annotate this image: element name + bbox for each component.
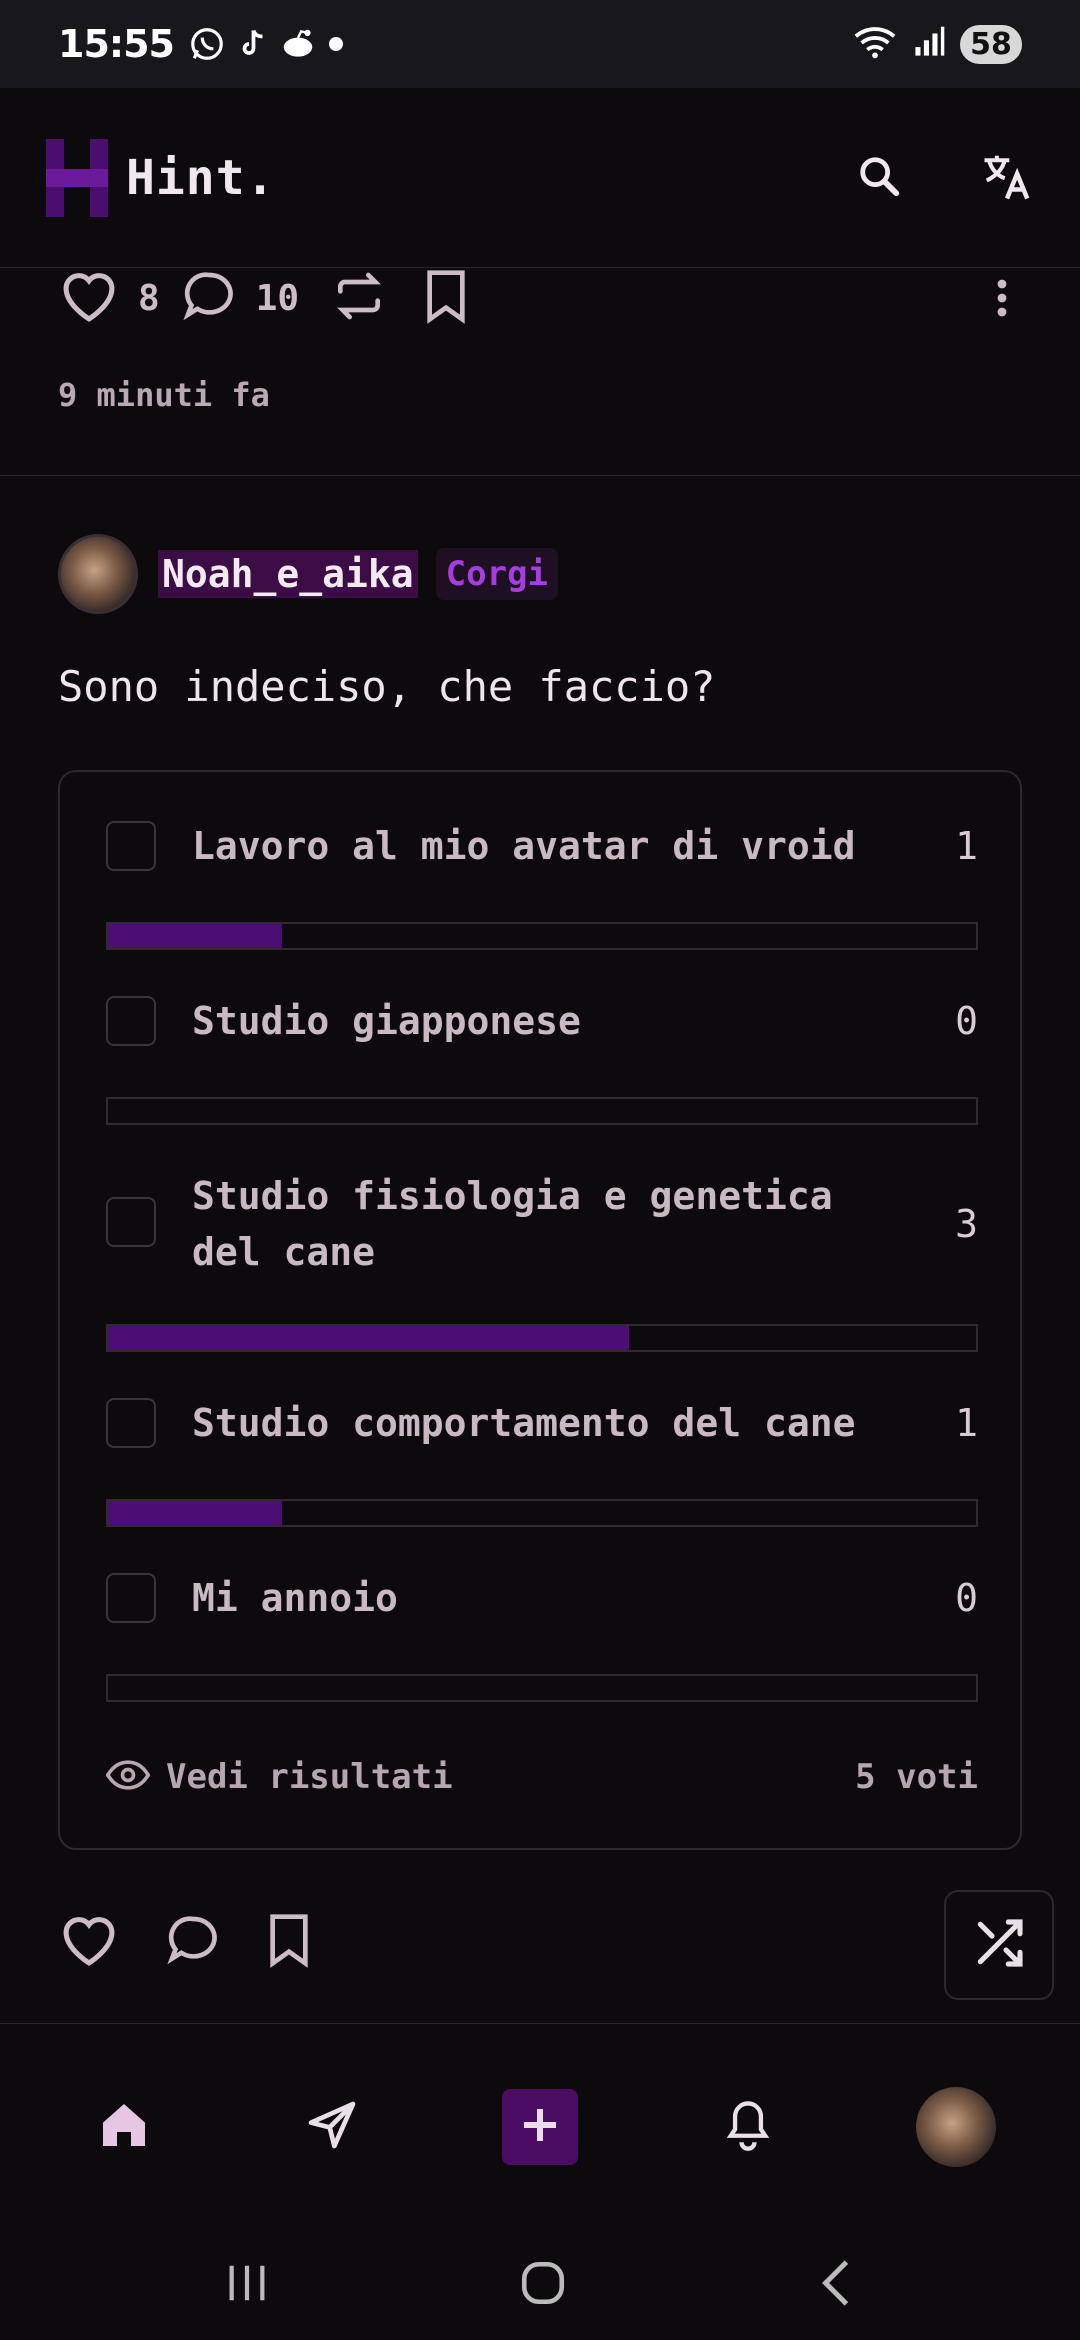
app-bar: Hint. — [0, 88, 1080, 268]
shuffle-button[interactable] — [944, 1890, 1054, 2000]
poll-option-count: 3 — [955, 1202, 978, 1246]
heart-icon[interactable] — [58, 268, 120, 328]
post-text: Sono indeciso, che faccio? — [58, 662, 716, 711]
comment-icon[interactable] — [180, 268, 238, 328]
username[interactable]: Noah_e_aika — [158, 550, 418, 598]
status-bar: 15:55 58 — [0, 0, 1080, 88]
nav-create[interactable] — [480, 2067, 600, 2187]
home-icon — [96, 2097, 152, 2157]
poll-option-count: 1 — [955, 1401, 978, 1445]
poll-progress-bar — [106, 1324, 978, 1352]
bottom-navigation — [0, 2024, 1080, 2230]
poll-progress-bar — [106, 1674, 978, 1702]
bookmark-icon[interactable] — [423, 268, 469, 328]
nav-home[interactable] — [64, 2067, 184, 2187]
shuffle-icon — [971, 1915, 1027, 1975]
recent-apps-icon[interactable] — [224, 2261, 270, 2309]
avatar[interactable] — [58, 534, 138, 614]
repost-icon[interactable] — [331, 268, 387, 328]
reddit-icon — [278, 25, 318, 63]
comment-icon[interactable] — [164, 1912, 222, 1972]
see-results-button[interactable]: Vedi risultati — [166, 1757, 453, 1797]
app-title: Hint. — [126, 149, 276, 206]
status-time: 15:55 — [58, 22, 175, 66]
back-icon[interactable] — [816, 2258, 856, 2312]
heart-icon[interactable] — [58, 1912, 120, 1972]
poll-checkbox[interactable] — [106, 996, 156, 1046]
notification-icons — [188, 25, 346, 63]
comments-count: 10 — [255, 277, 300, 319]
poll-option-count: 0 — [955, 1576, 978, 1620]
poll-option-count: 0 — [955, 999, 978, 1043]
system-indicators: 58 — [852, 24, 1022, 64]
user-badge: Corgi — [435, 548, 559, 600]
poll-option-count: 1 — [955, 824, 978, 868]
dot-icon — [326, 34, 346, 54]
likes-count: 8 — [138, 277, 160, 319]
eye-icon[interactable] — [105, 1760, 151, 1794]
wifi-icon — [852, 24, 898, 64]
post-time: 9 minuti fa — [58, 376, 270, 414]
poll-footer: Vedi risultati 5 voti — [105, 1752, 978, 1802]
poll-post: Noah_e_aika Corgi Sono indeciso, che fac… — [0, 476, 1080, 2024]
previous-post-footer: 8 10 9 minuti fa — [0, 268, 1080, 476]
poll-option-label: Lavoro al mio avatar di vroid — [192, 824, 856, 868]
avatar[interactable] — [916, 2087, 996, 2167]
plus-icon — [520, 2105, 560, 2149]
whatsapp-icon — [188, 25, 226, 63]
bell-icon — [722, 2097, 774, 2157]
poll-progress-bar — [106, 1097, 978, 1125]
create-post-button[interactable] — [502, 2089, 578, 2165]
nav-notifications[interactable] — [688, 2067, 808, 2187]
nav-messages[interactable] — [272, 2067, 392, 2187]
bookmark-icon[interactable] — [266, 1912, 312, 1972]
tiktok-icon — [234, 25, 270, 63]
system-navigation — [0, 2230, 1080, 2340]
poll-option-label: Studio giapponese — [192, 999, 581, 1043]
poll-option-label: Studio comportamento del cane — [192, 1401, 856, 1445]
poll-checkbox[interactable] — [106, 1398, 156, 1448]
poll-checkbox[interactable] — [106, 821, 156, 871]
poll-checkbox[interactable] — [106, 1573, 156, 1623]
nav-profile[interactable] — [896, 2067, 1016, 2187]
signal-icon — [912, 25, 946, 63]
more-options-icon[interactable] — [994, 278, 1010, 322]
post-actions — [58, 1912, 312, 1972]
battery-indicator: 58 — [960, 24, 1022, 64]
translate-icon[interactable] — [980, 149, 1034, 207]
app-logo — [46, 138, 108, 217]
poll-progress-bar — [106, 922, 978, 950]
post-author[interactable]: Noah_e_aika Corgi — [58, 534, 559, 614]
poll: Lavoro al mio avatar di vroid 1 Studio g… — [58, 770, 1022, 1850]
home-button-icon[interactable] — [518, 2258, 568, 2312]
poll-progress-bar — [106, 1499, 978, 1527]
poll-option-label: Mi annoio — [192, 1576, 398, 1620]
poll-checkbox[interactable] — [106, 1197, 156, 1247]
poll-option-label: Studio fisiologia e genetica del cane — [192, 1174, 833, 1274]
send-icon — [304, 2097, 360, 2157]
votes-count: 5 voti — [855, 1757, 978, 1797]
search-icon[interactable] — [856, 153, 902, 203]
